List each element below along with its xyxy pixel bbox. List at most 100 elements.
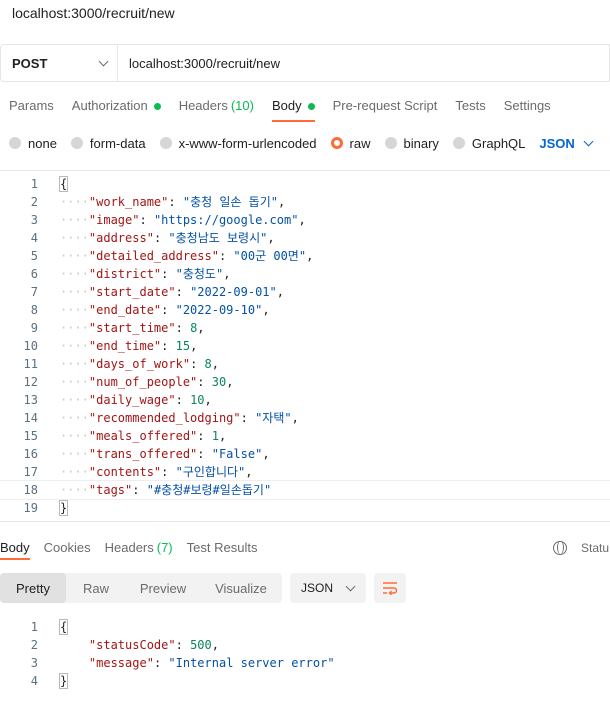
code-line: 4}	[0, 672, 610, 690]
radio-label: none	[28, 135, 57, 151]
code-content: ····"work_name": "충청 일손 돕기",	[60, 193, 285, 211]
code-content: ····"meals_offered": 1,	[60, 427, 226, 445]
request-tabs: Params Authorization Headers (10) Body Pre-re…	[0, 92, 610, 122]
tab-label: Headers	[104, 540, 154, 555]
colon: :	[240, 411, 256, 425]
code-content: ····"image": "https://google.com",	[60, 211, 306, 229]
json-value: "충청도"	[175, 267, 224, 281]
chevron-down-icon	[98, 56, 109, 66]
tab-body[interactable]: Body	[271, 92, 315, 122]
colon: :	[139, 213, 154, 227]
body-type-options: none form-data x-www-form-urlencoded raw bin…	[0, 132, 610, 154]
code-content: ····"district": "충청도",	[60, 265, 230, 283]
response-tab-body[interactable]: Body	[0, 536, 30, 560]
code-content: ····"daily_wage": 10,	[60, 391, 212, 409]
line-number: 3	[30, 656, 38, 670]
code-line: 7 ····"start_date": "2022-09-01",	[0, 283, 610, 301]
comma: ,	[306, 249, 314, 263]
line-number: 2	[30, 195, 38, 209]
json-key: "start_date"	[88, 285, 176, 299]
indent: ····	[60, 393, 89, 407]
code-line: 1{	[0, 618, 610, 636]
json-key: "message"	[88, 656, 154, 670]
json-key: "end_time"	[88, 339, 162, 353]
colon: :	[175, 285, 191, 299]
radio-graphql[interactable]: GraphQL	[452, 135, 526, 151]
response-tab-test-results[interactable]: Test Results	[187, 536, 258, 560]
code-line: 2 ····"work_name": "충청 일손 돕기",	[0, 193, 610, 211]
radio-none[interactable]: none	[9, 136, 57, 151]
radio-raw[interactable]: raw	[330, 136, 371, 151]
view-mode-visualize[interactable]: Visualize	[200, 573, 282, 603]
line-number: 7	[30, 285, 38, 299]
code-content: ····"recommended_lodging": "자택",	[60, 409, 299, 427]
tab-settings[interactable]: Settings	[504, 92, 551, 122]
json-key: "district"	[88, 267, 162, 281]
request-body-editor[interactable]: 1{2 ····"work_name": "충청 일손 돕기", 3 ····"ima…	[0, 170, 610, 522]
radio-button-icon	[330, 137, 343, 149]
radio-x-www-form-urlencoded[interactable]: x-www-form-urlencoded	[159, 136, 317, 151]
wrap-lines-button[interactable]	[374, 573, 406, 603]
code-content: ····"tags": "#충청#보령#일손돕기"	[60, 481, 271, 499]
radio-button-icon	[159, 137, 172, 149]
tab-authorization[interactable]: Authorization	[72, 92, 161, 122]
radio-form-data[interactable]: form-data	[70, 136, 146, 151]
code-content: ····"end_time": 15,	[60, 337, 197, 355]
language-select[interactable]: JSON	[539, 135, 594, 151]
tab-params[interactable]: Params	[9, 92, 54, 122]
radio-binary[interactable]: binary	[384, 136, 439, 151]
json-value: "Internal server error"	[168, 656, 335, 670]
json-value: 500	[190, 638, 212, 652]
tab-label: Authorization	[71, 98, 148, 113]
radio-button-icon	[384, 137, 397, 149]
view-mode-preview[interactable]: Preview	[126, 573, 200, 603]
url-input[interactable]: localhost:3000/recruit/new	[118, 44, 610, 82]
open-brace: {	[58, 176, 69, 192]
response-format-label: JSON	[301, 581, 334, 595]
globe-icon[interactable]	[553, 541, 567, 555]
indent: ····	[60, 303, 89, 317]
tab-headers[interactable]: Headers (10)	[179, 92, 254, 122]
method-select[interactable]: POST	[0, 44, 118, 82]
json-key: "recommended_lodging"	[88, 411, 241, 425]
view-mode-pretty[interactable]: Pretty	[0, 573, 66, 603]
radio-button-icon	[452, 137, 465, 149]
line-number: 13	[23, 393, 38, 407]
indent: ····	[60, 429, 89, 443]
comma: ,	[298, 213, 306, 227]
code-line: 9 ····"start_time": 8,	[0, 319, 610, 337]
view-mode-raw[interactable]: Raw	[66, 573, 126, 603]
colon: :	[161, 465, 176, 479]
response-format-select[interactable]: JSON	[290, 573, 366, 603]
json-value: "#충청#보령#일손돕기"	[146, 483, 272, 497]
tab-tests[interactable]: Tests	[455, 92, 485, 122]
colon: :	[161, 267, 176, 281]
json-key: "trans_offered"	[88, 447, 198, 461]
language-label: JSON	[539, 135, 575, 151]
colon: :	[175, 638, 191, 652]
response-tab-headers[interactable]: Headers (7)	[105, 536, 173, 560]
indent: ····	[60, 321, 89, 335]
comma: ,	[267, 231, 275, 245]
line-number: 4	[30, 674, 38, 688]
line-number: 8	[30, 303, 38, 317]
response-tab-cookies[interactable]: Cookies	[44, 536, 91, 560]
indent: ····	[60, 375, 89, 389]
code-line: 3 "message": "Internal server error"	[0, 654, 610, 672]
chevron-down-icon	[345, 581, 356, 591]
indent: ····	[60, 339, 89, 353]
radio-label: GraphQL	[471, 135, 526, 151]
json-value: 1	[211, 429, 219, 443]
json-value: "False"	[211, 447, 263, 461]
tab-label: Body	[271, 98, 302, 113]
comma: ,	[262, 447, 270, 461]
json-value: 30	[211, 375, 227, 389]
code-line: 14 ····"recommended_lodging": "자택",	[0, 409, 610, 427]
line-number: 5	[30, 249, 38, 263]
line-number: 4	[30, 231, 38, 245]
json-value: "구인합니다"	[175, 465, 246, 479]
line-number: 9	[30, 321, 38, 335]
json-key: "contents"	[88, 465, 162, 479]
json-value: "00군 00면"	[233, 249, 307, 263]
tab-pre-request-script[interactable]: Pre-request Script	[333, 92, 438, 122]
